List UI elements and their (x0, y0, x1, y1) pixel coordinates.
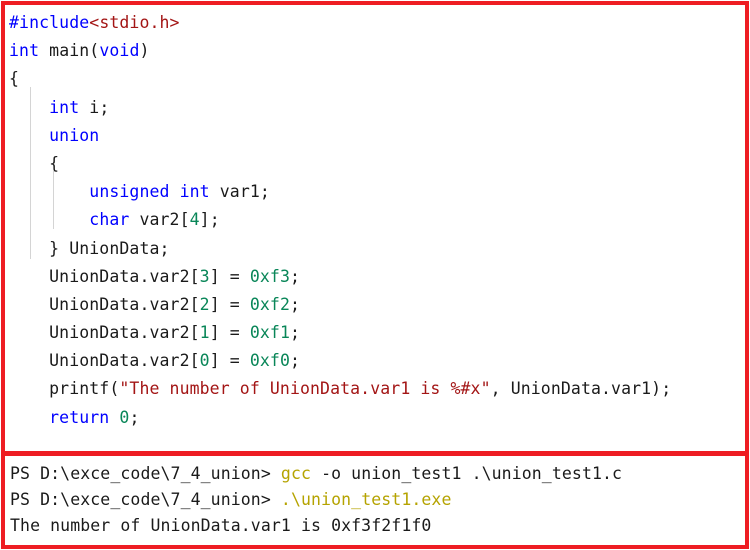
code-token-num: 1 (199, 323, 210, 343)
code-token-id: ; (289, 266, 301, 286)
code-token-num: 0 (199, 351, 210, 371)
code-token-id: ; (289, 351, 301, 371)
code-token-num: 0 (119, 407, 130, 427)
terminal-output-line: The number of UnionData.var1 is 0xf3f2f1… (10, 513, 745, 539)
code-token-id: } UnionData; (9, 238, 170, 258)
code-token-id: UnionData.var2[ (9, 351, 200, 371)
terminal-content[interactable]: PS D:\exce_code\7_4_union> gcc -o union_… (5, 456, 745, 545)
code-line: { (9, 65, 745, 93)
code-line: UnionData.var2[1] = 0xf1; (9, 319, 745, 347)
code-token-id: , UnionData.var1); (490, 379, 672, 399)
code-token-id: i; (79, 97, 110, 117)
terminal-command-args: -o union_test1 .\union_test1.c (311, 464, 623, 483)
code-token-id: UnionData.var2[ (9, 294, 200, 314)
code-token-id (39, 41, 49, 60)
code-token-kw: unsigned (89, 182, 170, 202)
code-token-id: { (9, 69, 20, 89)
code-token-id: var1; (209, 182, 270, 202)
code-line: return 0; (9, 404, 745, 432)
code-token-kw: int (49, 97, 80, 117)
code-editor-content[interactable]: #include<stdio.h> int main(void){ int i; … (5, 5, 745, 451)
code-token-id (109, 408, 119, 427)
code-token-str: "The number of UnionData.var1 is %#x" (119, 379, 491, 399)
code-line: int main(void) (9, 37, 745, 65)
code-token-id (9, 126, 49, 145)
terminal-command-line: PS D:\exce_code\7_4_union> .\union_test1… (10, 487, 745, 513)
code-token-num: 0xf1 (249, 323, 290, 343)
code-line: int i; (9, 94, 745, 122)
terminal-prompt: PS D:\exce_code\7_4_union> (10, 464, 281, 483)
code-token-kw: union (49, 125, 100, 145)
code-token-kw: int (179, 182, 210, 202)
code-token-id: UnionData.var2[ (9, 323, 200, 343)
screenshot-root: #include<stdio.h> int main(void){ int i; … (0, 0, 750, 550)
terminal-output-text: The number of UnionData.var1 is 0xf3f2f1… (10, 516, 432, 535)
code-token-id: ) (139, 41, 150, 61)
terminal-panel[interactable]: PS D:\exce_code\7_4_union> gcc -o union_… (1, 452, 749, 549)
code-line-list: #include<stdio.h> int main(void){ int i; … (9, 9, 745, 451)
terminal-prompt: PS D:\exce_code\7_4_union> (10, 490, 281, 509)
code-token-id: { (9, 153, 60, 173)
code-token-id (170, 182, 180, 201)
code-line: UnionData.var2[2] = 0xf2; (9, 291, 745, 319)
terminal-command-line: PS D:\exce_code\7_4_union> gcc -o union_… (10, 461, 745, 487)
code-line: char var2[4]; (9, 206, 745, 234)
code-token-id: printf( (9, 379, 120, 399)
code-token-num: 4 (189, 210, 200, 230)
code-token-num: 2 (199, 294, 210, 314)
code-token-kw: int (9, 41, 40, 61)
code-token-id: var2[ (129, 210, 190, 230)
code-editor-panel[interactable]: #include<stdio.h> int main(void){ int i; … (1, 1, 749, 455)
code-token-kw: void (99, 41, 140, 61)
code-token-id (9, 182, 89, 201)
terminal-command-name: gcc (280, 464, 312, 483)
code-token-id: ] = (209, 351, 250, 371)
code-line: UnionData.var2[0] = 0xf0; (9, 347, 745, 375)
code-token-id (9, 210, 89, 229)
code-token-id: main (49, 41, 90, 61)
code-token-num: 3 (199, 266, 210, 286)
code-line: printf("The number of UnionData.var1 is … (9, 375, 745, 403)
code-token-num: 0xf0 (249, 351, 290, 371)
code-token-id: ; (289, 323, 301, 343)
code-line: #include<stdio.h> (9, 9, 745, 37)
code-token-id: ( (89, 41, 100, 61)
code-line: UnionData.var2[3] = 0xf3; (9, 263, 745, 291)
code-token-id: ] = (209, 323, 250, 343)
code-token-kw: char (89, 210, 130, 230)
code-line: union (9, 122, 745, 150)
code-line: unsigned int var1; (9, 178, 745, 206)
code-token-id: ; (289, 294, 301, 314)
code-line: { (9, 150, 745, 178)
terminal-command-name: .\union_test1.exe (280, 490, 452, 509)
code-token-pre: #include (9, 13, 90, 32)
code-token-id: ] = (209, 266, 250, 286)
code-token-hdr: <stdio.h> (89, 13, 180, 32)
code-token-id: ]; (199, 210, 220, 230)
code-token-id: ] = (209, 294, 250, 314)
code-token-kw: return (49, 407, 110, 427)
code-line: } UnionData; (9, 235, 745, 263)
code-token-id: ; (129, 407, 140, 427)
code-token-num: 0xf2 (249, 294, 290, 314)
code-token-id (9, 98, 49, 117)
code-token-id: UnionData.var2[ (9, 266, 200, 286)
code-token-id (9, 408, 49, 427)
code-token-num: 0xf3 (249, 266, 290, 286)
terminal-line-list: PS D:\exce_code\7_4_union> gcc -o union_… (10, 461, 745, 539)
